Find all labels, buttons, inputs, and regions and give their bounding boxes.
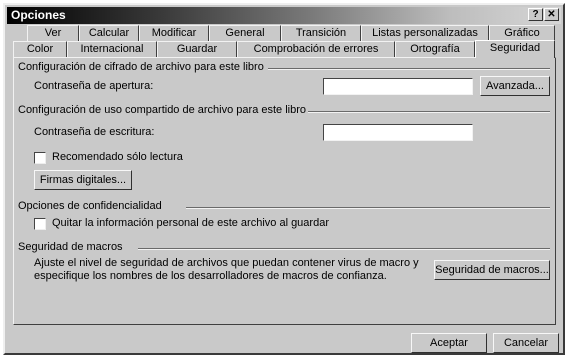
encrypt-group-divider (268, 68, 550, 70)
macro-description-line2: especifique los nombres de los desarroll… (34, 270, 387, 282)
macro-security-button[interactable]: Seguridad de macros... (434, 260, 550, 280)
tab-grafico[interactable]: Gráfico (489, 25, 555, 41)
sharing-group-label: Configuración de uso compartido de archi… (18, 104, 306, 116)
macro-description-line1: Ajuste el nivel de seguridad de archivos… (34, 257, 419, 269)
close-icon[interactable]: ✕ (544, 8, 559, 21)
open-password-label: Contraseña de apertura: (34, 80, 154, 92)
sharing-group-divider (308, 111, 550, 113)
open-password-input[interactable] (323, 78, 473, 95)
read-only-checkbox[interactable] (34, 152, 46, 164)
tab-listas-personalizadas[interactable]: Listas personalizadas (361, 25, 489, 41)
macro-group-divider (138, 248, 550, 250)
cancel-button[interactable]: Cancelar (493, 333, 559, 353)
options-dialog: Opciones ? ✕ Ver Calcular Modificar Gene… (3, 3, 565, 355)
tab-guardar[interactable]: Guardar (157, 41, 237, 57)
tabs-row-1: Ver Calcular Modificar General Transició… (13, 25, 558, 41)
tab-general[interactable]: General (209, 25, 281, 41)
ok-button[interactable]: Aceptar (411, 333, 487, 353)
tab-ortografia[interactable]: Ortografía (395, 41, 475, 57)
tab-calcular[interactable]: Calcular (79, 25, 139, 41)
tab-color[interactable]: Color (13, 41, 67, 57)
help-button[interactable]: ? (528, 8, 543, 21)
advanced-button[interactable]: Avanzada... (480, 76, 550, 96)
tabs-row-2: Color Internacional Guardar Comprobación… (13, 40, 558, 58)
privacy-group-label: Opciones de confidencialidad (18, 200, 162, 212)
encrypt-group-label: Configuración de cifrado de archivo para… (18, 61, 264, 73)
remove-personal-info-checkbox[interactable] (34, 218, 46, 230)
tab-seguridad[interactable]: Seguridad (475, 40, 555, 58)
dialog-title: Opciones (11, 8, 66, 22)
digital-signatures-button[interactable]: Firmas digitales... (34, 170, 132, 190)
tab-modificar[interactable]: Modificar (139, 25, 209, 41)
write-password-label: Contraseña de escritura: (34, 126, 155, 138)
tab-ver[interactable]: Ver (27, 25, 79, 41)
title-bar[interactable]: Opciones ? ✕ (7, 7, 561, 24)
remove-personal-info-label: Quitar la información personal de este a… (52, 217, 329, 229)
tab-comprobacion-errores[interactable]: Comprobación de errores (237, 41, 395, 57)
read-only-label: Recomendado sólo lectura (52, 151, 183, 163)
tab-internacional[interactable]: Internacional (67, 41, 157, 57)
write-password-input[interactable] (323, 124, 473, 141)
tab-transicion[interactable]: Transición (281, 25, 361, 41)
privacy-group-divider (186, 207, 550, 209)
macro-group-label: Seguridad de macros (18, 241, 123, 253)
security-panel: Configuración de cifrado de archivo para… (13, 57, 556, 325)
